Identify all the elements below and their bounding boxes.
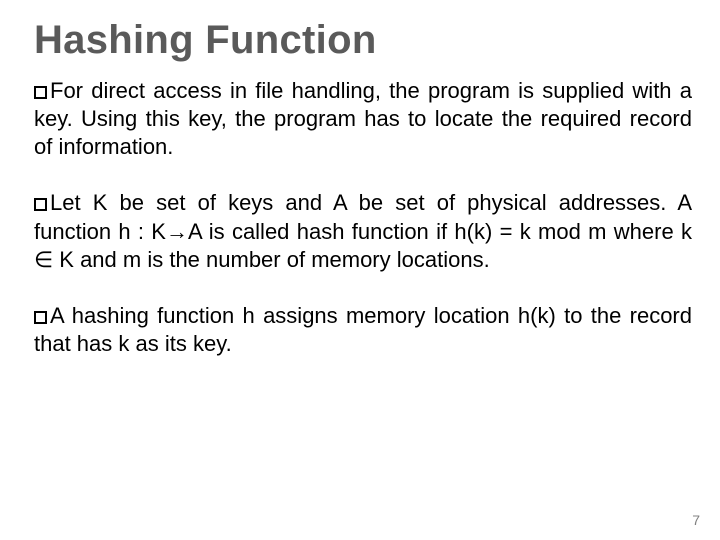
slide: Hashing Function For direct access in fi… <box>0 0 720 540</box>
paragraph-2: Let K be set of keys and A be set of phy… <box>34 189 692 273</box>
paragraph-3: A hashing function h assigns memory loca… <box>34 302 692 358</box>
slide-body: For direct access in file handling, the … <box>34 77 692 358</box>
arrow-symbol: → <box>166 219 188 244</box>
p3-lead: A <box>50 303 63 328</box>
p3-rest: hashing function h assigns memory locati… <box>34 303 692 356</box>
p1-rest: direct access in file handling, the prog… <box>34 78 692 159</box>
page-number: 7 <box>692 512 700 528</box>
p2-rest-c: K and m is the number of memory location… <box>53 247 490 272</box>
p2-lead: Let <box>50 190 81 215</box>
p2-rest-b: A is called hash function if h(k) = k mo… <box>188 219 692 244</box>
element-of-symbol: ∈ <box>34 247 53 272</box>
slide-title: Hashing Function <box>34 18 692 63</box>
bullet-icon <box>34 311 47 324</box>
bullet-icon <box>34 86 47 99</box>
paragraph-1: For direct access in file handling, the … <box>34 77 692 161</box>
bullet-icon <box>34 198 47 211</box>
p1-lead: For <box>50 78 83 103</box>
